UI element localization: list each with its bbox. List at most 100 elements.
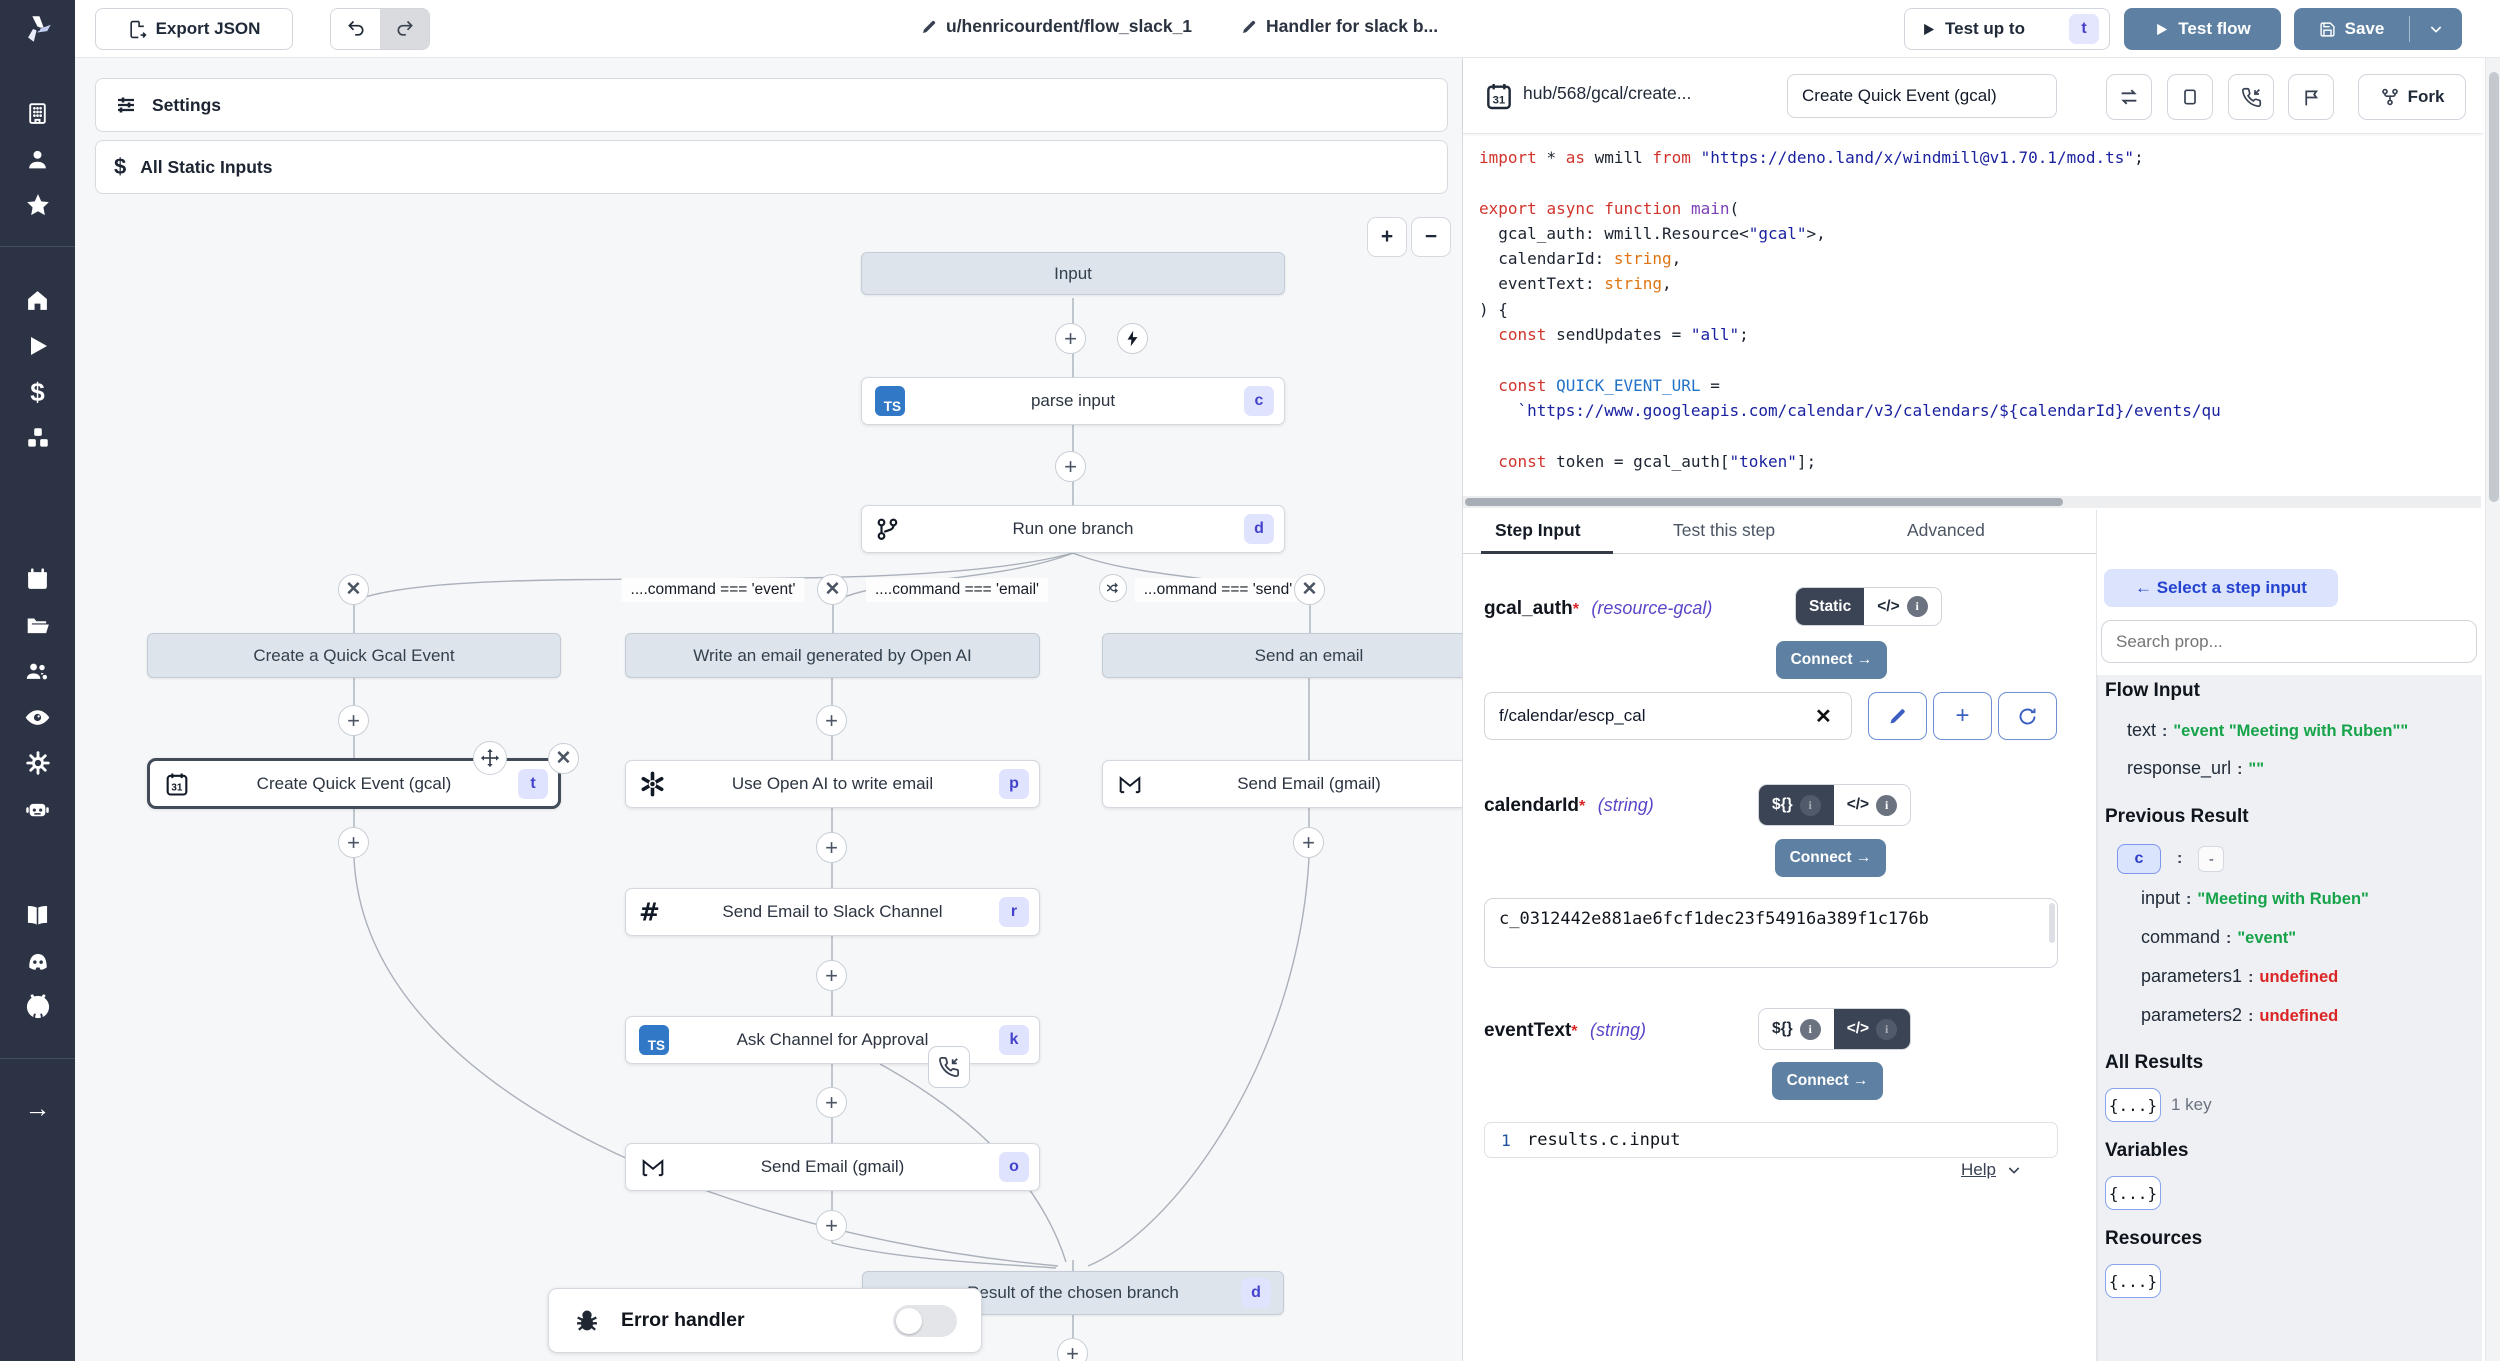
panel-vscrollbar[interactable]	[2485, 58, 2500, 1361]
object-pill[interactable]: {...}	[2105, 1176, 2161, 1210]
add-step-button[interactable]: +	[1055, 323, 1086, 354]
calendar-id-connect-button[interactable]: Connect →	[1775, 839, 1886, 877]
add-step-button[interactable]: +	[816, 960, 847, 991]
info-icon[interactable]: i	[1876, 1019, 1897, 1040]
object-pill[interactable]: {...}	[2105, 1088, 2161, 1122]
branch-condition-send[interactable]: ...ommand === 'send'	[1135, 578, 1302, 602]
toggle-static[interactable]: Static	[1796, 588, 1864, 625]
windmill-logo[interactable]	[0, 0, 75, 58]
stop-after-icon[interactable]	[2167, 74, 2213, 120]
search-prop-input[interactable]	[2101, 620, 2477, 663]
delete-node-button[interactable]: ✕	[548, 743, 579, 774]
code-hscrollbar-thumb[interactable]	[1465, 498, 2063, 506]
sidebar-item-audit[interactable]	[0, 694, 75, 740]
sidebar-item-resources[interactable]	[0, 415, 75, 461]
suspend-phone-icon[interactable]	[2228, 74, 2274, 120]
add-resource-button[interactable]: +	[1933, 692, 1992, 740]
sidebar-item-groups[interactable]	[0, 648, 75, 694]
error-handler-toggle[interactable]	[893, 1305, 957, 1337]
prop-row[interactable]: {...} 1 key	[2105, 1088, 2212, 1122]
event-text-expr-editor[interactable]: 1 results.c.input	[1484, 1122, 2058, 1158]
add-step-button[interactable]: +	[1057, 1338, 1088, 1361]
zoom-out-button[interactable]: −	[1411, 217, 1451, 257]
refresh-resource-button[interactable]	[1998, 692, 2057, 740]
sidebar-item-variables[interactable]: $	[0, 369, 75, 415]
delete-branch-button[interactable]: ✕	[1294, 574, 1325, 605]
error-handler-card[interactable]: Error handler	[548, 1288, 982, 1353]
sleep-flag-icon[interactable]	[2288, 74, 2334, 120]
toggle-template[interactable]: ${}i	[1759, 1009, 1834, 1049]
node-ask-approval[interactable]: TS Ask Channel for Approval k	[625, 1016, 1040, 1064]
all-static-inputs-bar[interactable]: $ All Static Inputs	[95, 140, 1448, 194]
trigger-bolt-icon[interactable]	[1117, 323, 1148, 354]
prop-row[interactable]: parameters1:undefined	[2141, 966, 2338, 987]
branch-condition-event[interactable]: ....command === 'event'	[622, 578, 805, 602]
redo-button[interactable]	[380, 9, 429, 49]
flow-path[interactable]: u/henricourdent/flow_slack_1	[920, 16, 1192, 37]
sidebar-item-workers[interactable]	[0, 786, 75, 832]
toggle-code[interactable]: </>i	[1834, 785, 1910, 825]
toggle-code[interactable]: </>i	[1864, 588, 1940, 625]
prop-row[interactable]: response_url:""	[2127, 758, 2264, 779]
node-parse-input[interactable]: TS parse input c	[861, 377, 1285, 425]
gcal-auth-resource-input[interactable]	[1484, 692, 1852, 740]
undo-button[interactable]	[331, 9, 380, 49]
add-step-button[interactable]: +	[1055, 451, 1086, 482]
toggle-code[interactable]: </>i	[1834, 1009, 1910, 1049]
branch-header-openai[interactable]: Write an email generated by Open AI	[625, 633, 1040, 678]
flow-title[interactable]: Handler for slack b...	[1240, 16, 1438, 37]
event-text-mode-toggle[interactable]: ${}i </>i	[1758, 1008, 1911, 1050]
prop-row[interactable]: {...}	[2105, 1176, 2161, 1210]
info-icon[interactable]: i	[1800, 1019, 1821, 1040]
sidebar-item-user[interactable]	[0, 136, 75, 182]
collapse-pill[interactable]: -	[2198, 846, 2224, 872]
add-step-button[interactable]: +	[816, 832, 847, 863]
info-icon[interactable]: i	[1800, 795, 1821, 816]
sidebar-item-docs[interactable]	[0, 892, 75, 938]
branch-header-gcal[interactable]: Create a Quick Gcal Event	[147, 633, 561, 678]
save-dropdown-button[interactable]	[2410, 21, 2462, 37]
code-editor[interactable]: import * as wmill from "https://deno.lan…	[1463, 134, 2481, 486]
event-text-connect-button[interactable]: Connect →	[1772, 1062, 1883, 1100]
add-step-button[interactable]: +	[816, 1087, 847, 1118]
shuffle-branches-icon[interactable]	[1099, 574, 1127, 602]
object-pill[interactable]: {...}	[2105, 1264, 2161, 1298]
fork-button[interactable]: Fork	[2358, 74, 2466, 120]
sidebar-item-schedules[interactable]	[0, 556, 75, 602]
branch-header-send[interactable]: Send an email	[1102, 633, 1516, 678]
info-icon[interactable]: i	[1907, 596, 1928, 617]
prop-row[interactable]: command:"event"	[2141, 927, 2296, 948]
add-step-button[interactable]: +	[1293, 827, 1324, 858]
sidebar-item-workspace[interactable]	[0, 90, 75, 136]
clear-resource-icon[interactable]: ✕	[1815, 704, 1832, 729]
node-send-slack[interactable]: # Send Email to Slack Channel r	[625, 888, 1040, 936]
toggle-template[interactable]: ${}i	[1759, 785, 1834, 825]
code-hscrollbar[interactable]	[1463, 496, 2481, 508]
sidebar-item-home[interactable]	[0, 277, 75, 323]
sidebar-item-github[interactable]	[0, 984, 75, 1030]
node-run-one-branch[interactable]: Run one branch d	[861, 505, 1285, 553]
tab-step-input[interactable]: Step Input	[1495, 520, 1581, 541]
add-step-button[interactable]: +	[338, 827, 369, 858]
prop-row[interactable]: text:"event "Meeting with Ruben""	[2127, 720, 2408, 741]
prop-row[interactable]: input:"Meeting with Ruben"	[2141, 888, 2369, 909]
prop-row[interactable]: {...}	[2105, 1264, 2161, 1298]
add-step-button[interactable]: +	[338, 705, 369, 736]
node-use-openai[interactable]: Use Open AI to write email p	[625, 760, 1040, 808]
node-flow-input[interactable]: Input	[861, 252, 1285, 295]
zoom-in-button[interactable]: +	[1367, 217, 1407, 257]
delete-branch-button[interactable]: ✕	[338, 574, 369, 605]
tab-test-this-step[interactable]: Test this step	[1673, 520, 1775, 541]
calendar-id-mode-toggle[interactable]: ${}i </>i	[1758, 784, 1911, 826]
export-json-button[interactable]: Export JSON	[95, 8, 293, 50]
sidebar-item-settings[interactable]	[0, 740, 75, 786]
step-name-input[interactable]	[1787, 74, 2057, 118]
test-up-to-button[interactable]: Test up to t	[1904, 8, 2110, 50]
swap-script-icon[interactable]	[2106, 74, 2152, 120]
add-step-button[interactable]: +	[816, 1210, 847, 1241]
node-send-gmail-approval[interactable]: Send Email (gmail) o	[625, 1143, 1040, 1191]
hub-script-path[interactable]: hub/568/gcal/create...	[1523, 83, 1691, 104]
edit-resource-button[interactable]	[1868, 692, 1927, 740]
info-icon[interactable]: i	[1876, 795, 1897, 816]
sidebar-expand-button[interactable]: →	[0, 1085, 75, 1131]
